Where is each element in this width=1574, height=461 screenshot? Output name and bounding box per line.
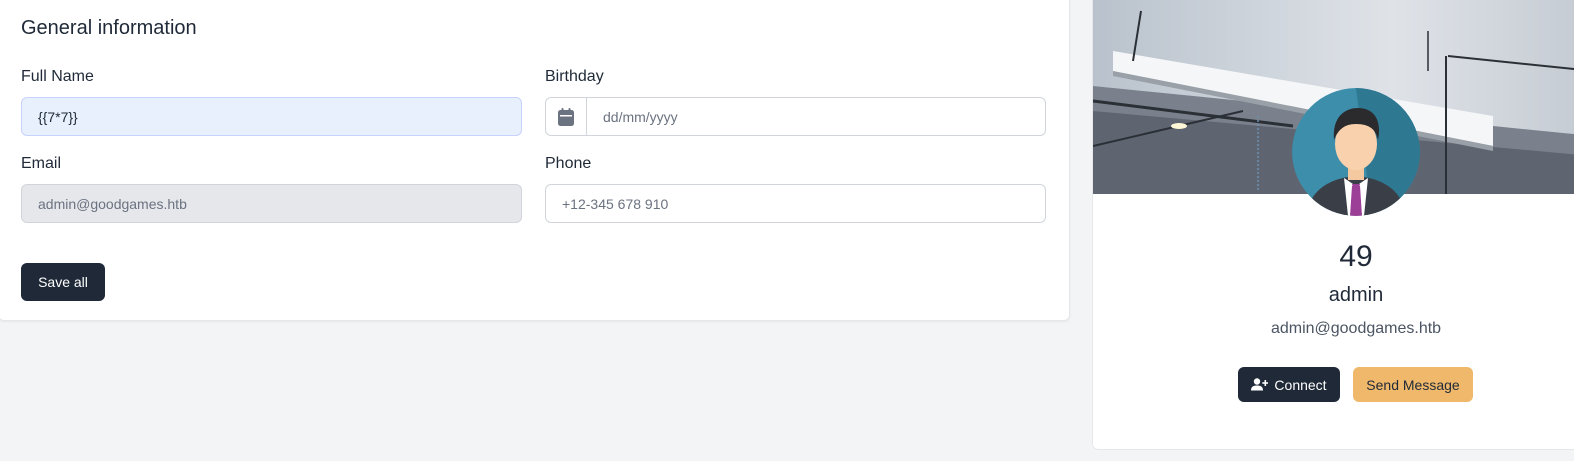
phone-input[interactable]: +12-345 678 910 (545, 184, 1046, 223)
save-all-button[interactable]: Save all (21, 263, 105, 301)
avatar (1292, 88, 1420, 216)
user-plus-icon (1251, 378, 1269, 391)
phone-label: Phone (545, 155, 592, 172)
calendar-icon (546, 98, 587, 135)
connect-label: Connect (1274, 376, 1327, 393)
birthday-placeholder: dd/mm/yyyy (603, 108, 678, 125)
send-message-button[interactable]: Send Message (1353, 367, 1473, 402)
email-label: Email (21, 155, 62, 172)
birthday-input[interactable]: dd/mm/yyyy (545, 97, 1046, 136)
general-information-card: General information Full Name {{7*7}} Bi… (0, 0, 1070, 321)
profile-email: admin@goodgames.htb (1270, 320, 1442, 337)
email-field: admin@goodgames.htb (21, 184, 522, 223)
profile-display-name: 49 (1339, 240, 1373, 273)
full-name-input[interactable]: {{7*7}} (21, 97, 522, 136)
connect-button[interactable]: Connect (1238, 367, 1340, 402)
full-name-label: Full Name (21, 68, 94, 85)
section-title: General information (21, 17, 197, 39)
profile-username: admin (1328, 284, 1384, 306)
birthday-label: Birthday (545, 68, 604, 85)
